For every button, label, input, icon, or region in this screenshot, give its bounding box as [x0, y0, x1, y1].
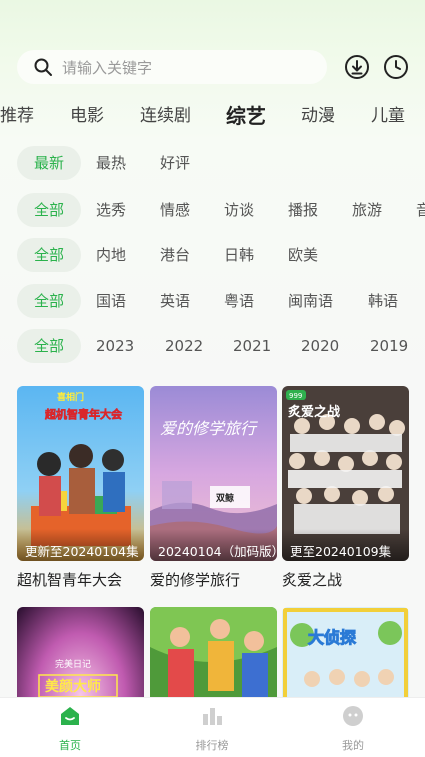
filter-row-year: 全部 2023 2022 2021 2020 2019: [0, 329, 425, 365]
poster-title-text: 超机智青年大会: [44, 407, 123, 421]
filter-year-2019[interactable]: 2019: [370, 329, 408, 363]
filter-year-2022[interactable]: 2022: [165, 329, 203, 363]
poster-brand-text: 完美日记: [55, 658, 91, 670]
filter-year-all[interactable]: 全部: [17, 329, 81, 363]
poster-badge-text: 999: [289, 392, 302, 400]
show-title: 超机智青年大会: [17, 571, 123, 589]
profile-face-icon: [343, 706, 363, 726]
filter-lang-cantonese[interactable]: 粤语: [224, 284, 254, 318]
filter-lang-all[interactable]: 全部: [17, 284, 81, 318]
bottom-nav-label: 排行榜: [195, 739, 229, 752]
bottom-nav-label: 首页: [59, 739, 81, 752]
tab-variety[interactable]: 综艺: [226, 100, 266, 132]
filter-year-2023[interactable]: 2023: [96, 329, 134, 363]
filter-sort-hot[interactable]: 最热: [96, 146, 126, 180]
tab-recommend[interactable]: 推荐: [0, 100, 34, 132]
filter-row-type: 全部 选秀 情感 访谈 播报 旅游 音: [0, 193, 425, 229]
show-card[interactable]: 999 炙爱之战 更至20240109集 炙爱之战: [282, 386, 409, 590]
show-card[interactable]: 爱的修学旅行 双鲸 20240104（加码版） 爱的修学旅行: [150, 386, 277, 590]
filter-type-travel[interactable]: 旅游: [352, 193, 382, 227]
poster-title-text: 爱的修学旅行: [160, 419, 258, 438]
tab-kids[interactable]: 儿童: [371, 100, 405, 132]
filter-row-language: 全部 国语 英语 粤语 闽南语 韩语: [0, 284, 425, 320]
filter-lang-mandarin[interactable]: 国语: [96, 284, 126, 318]
poster-title-text: 美颜大师: [45, 678, 101, 695]
filter-year-2021[interactable]: 2021: [233, 329, 271, 363]
filter-row-region: 全部 内地 港台 日韩 欧美: [0, 238, 425, 274]
poster-title-text: 炙爱之战: [288, 404, 340, 420]
show-title: 炙爱之战: [282, 571, 343, 589]
filter-type-news[interactable]: 播报: [288, 193, 318, 227]
show-poster[interactable]: 爱的修学旅行 双鲸 20240104（加码版）: [150, 386, 277, 561]
download-icon[interactable]: [344, 54, 370, 80]
bottom-nav-ranking[interactable]: 排行榜: [172, 704, 252, 753]
show-title: 爱的修学旅行: [150, 571, 241, 589]
bottom-nav-label: 我的: [342, 739, 364, 752]
poster-brand-text: 双鲸: [216, 492, 234, 504]
bottom-nav-profile[interactable]: 我的: [313, 704, 393, 753]
filter-lang-korean[interactable]: 韩语: [368, 284, 398, 318]
filter-lang-minnan[interactable]: 闽南语: [288, 284, 333, 318]
filter-region-jp-kr[interactable]: 日韩: [224, 238, 254, 272]
filter-row-sort: 最新 最热 好评: [0, 146, 425, 182]
search-box[interactable]: 请输入关键字: [17, 50, 327, 84]
filter-lang-english[interactable]: 英语: [160, 284, 190, 318]
filter-region-hk-tw[interactable]: 港台: [160, 238, 190, 272]
update-caption: 更新至20240104集: [17, 529, 144, 561]
bottom-nav: 首页 排行榜 我的: [0, 697, 425, 757]
update-caption: 更至20240109集: [282, 529, 409, 561]
filter-region-mainland[interactable]: 内地: [96, 238, 126, 272]
filter-sort-rating[interactable]: 好评: [160, 146, 190, 180]
search-placeholder: 请输入关键字: [62, 58, 153, 77]
show-poster[interactable]: 喜相门 超机智青年大会 更新至20240104集: [17, 386, 144, 561]
filter-year-2020[interactable]: 2020: [301, 329, 339, 363]
filter-region-all[interactable]: 全部: [17, 238, 81, 272]
tab-series[interactable]: 连续剧: [140, 100, 191, 132]
history-clock-icon[interactable]: [383, 54, 409, 80]
filter-type-talent[interactable]: 选秀: [96, 193, 126, 227]
filter-region-west[interactable]: 欧美: [288, 238, 318, 272]
filter-type-romance[interactable]: 情感: [160, 193, 190, 227]
poster-title-text: 大侦探: [308, 628, 356, 647]
category-tabs: 推荐 电影 连续剧 综艺 动漫 儿童: [0, 100, 425, 134]
bar-chart-icon: [203, 708, 222, 725]
poster-brand-text: 喜相门: [57, 391, 84, 403]
filter-type-all[interactable]: 全部: [17, 193, 81, 227]
show-poster[interactable]: 999 炙爱之战 更至20240109集: [282, 386, 409, 561]
filter-type-music[interactable]: 音: [416, 193, 425, 227]
top-bar: 请输入关键字: [17, 50, 411, 84]
tab-movies[interactable]: 电影: [70, 100, 104, 132]
show-card[interactable]: 喜相门 超机智青年大会 更新至20240104集 超机智青年大会: [17, 386, 144, 590]
home-icon: [61, 707, 79, 725]
bottom-nav-home[interactable]: 首页: [30, 704, 110, 753]
update-caption: 20240104（加码版）: [150, 529, 277, 561]
filter-type-interview[interactable]: 访谈: [224, 193, 254, 227]
search-icon: [34, 58, 52, 76]
tab-anime[interactable]: 动漫: [301, 100, 335, 132]
filter-sort-latest[interactable]: 最新: [17, 146, 81, 180]
